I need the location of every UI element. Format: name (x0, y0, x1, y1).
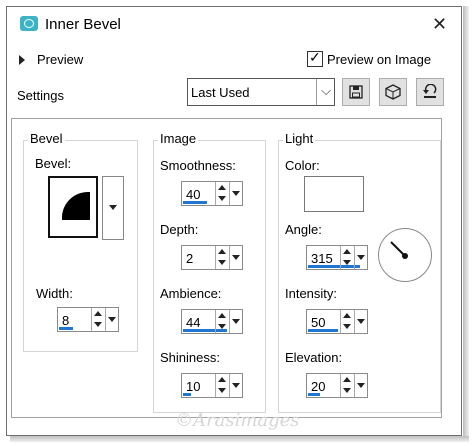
window-title: Inner Bevel (45, 16, 121, 33)
down-arrow-icon[interactable] (218, 260, 226, 265)
smoothness-level-bar (183, 201, 207, 204)
intensity-stepper[interactable] (340, 310, 354, 333)
light-color-swatch[interactable] (304, 176, 364, 212)
width-value[interactable]: 8 (62, 313, 69, 328)
bevel-shape-preview[interactable] (48, 176, 98, 238)
ambience-label: Ambience: (160, 286, 222, 301)
down-arrow-icon[interactable] (218, 196, 226, 201)
bevel-shape-icon (62, 191, 90, 220)
bevel-group-label: Bevel (28, 131, 65, 146)
up-arrow-icon[interactable] (218, 185, 226, 190)
depth-value[interactable]: 2 (186, 251, 193, 266)
chevron-down-icon[interactable]: ⌵ (321, 83, 331, 99)
image-group-label: Image (158, 131, 199, 146)
down-arrow-icon[interactable] (343, 260, 351, 265)
expand-preview-icon[interactable] (19, 55, 25, 65)
angle-dropdown-icon[interactable] (354, 246, 368, 269)
bevel-shape-dropdown[interactable] (102, 176, 124, 240)
ambience-stepper[interactable] (215, 310, 229, 333)
watermark: ©Arasimages (175, 410, 300, 431)
depth-stepper[interactable] (215, 246, 229, 269)
bevel-shape-label: Bevel: (35, 156, 72, 171)
shininess-spinbox[interactable]: 10 (181, 373, 243, 398)
elevation-stepper[interactable] (340, 374, 354, 397)
preview-toggle-label[interactable]: Preview (37, 52, 83, 67)
intensity-spinbox[interactable]: 50 (306, 309, 368, 334)
window-shadow-right (463, 6, 469, 440)
checkmark-icon: ✓ (309, 49, 321, 65)
up-arrow-icon[interactable] (343, 249, 351, 254)
down-arrow-icon[interactable] (343, 388, 351, 393)
angle-needle-icon (390, 241, 408, 259)
up-arrow-icon[interactable] (218, 249, 226, 254)
ambience-dropdown-icon[interactable] (229, 310, 243, 333)
save-preset-button[interactable] (342, 78, 370, 106)
preview-on-image-checkbox[interactable]: ✓ (307, 49, 323, 67)
angle-spinbox[interactable]: 315 (306, 245, 368, 270)
elevation-label: Elevation: (285, 350, 343, 365)
depth-spinbox[interactable]: 2 (181, 245, 243, 270)
reset-icon (423, 83, 437, 98)
up-arrow-icon[interactable] (343, 313, 351, 318)
save-icon (349, 85, 363, 99)
randomize-button[interactable] (379, 78, 407, 106)
elevation-value[interactable]: 20 (311, 379, 325, 394)
depth-dropdown-icon[interactable] (229, 246, 243, 269)
width-level-bar (59, 327, 73, 330)
angle-dial[interactable] (378, 228, 432, 282)
smoothness-dropdown-icon[interactable] (229, 182, 243, 205)
down-arrow-icon[interactable] (94, 322, 102, 327)
intensity-value[interactable]: 50 (311, 315, 325, 330)
dropdown-separator (316, 79, 317, 105)
angle-value[interactable]: 315 (311, 251, 333, 266)
depth-label: Depth: (160, 222, 199, 237)
intensity-label: Intensity: (285, 286, 338, 301)
shininess-label: Shininess: (160, 350, 220, 365)
up-arrow-icon[interactable] (343, 377, 351, 382)
light-group-label: Light (283, 131, 316, 146)
shininess-value[interactable]: 10 (186, 379, 200, 394)
elevation-dropdown-icon[interactable] (354, 374, 368, 397)
width-stepper[interactable] (91, 308, 105, 331)
width-dropdown-icon[interactable] (105, 308, 119, 331)
settings-preset-value: Last Used (191, 85, 250, 100)
random-dice-icon (385, 84, 401, 100)
down-arrow-icon[interactable] (218, 324, 226, 329)
smoothness-stepper[interactable] (215, 182, 229, 205)
smoothness-label: Smoothness: (160, 158, 236, 173)
reset-button[interactable] (416, 78, 444, 106)
app-icon (20, 16, 38, 31)
preview-on-image-label[interactable]: Preview on Image (327, 52, 431, 67)
elevation-level-bar (308, 393, 320, 396)
angle-stepper[interactable] (340, 246, 354, 269)
shininess-stepper[interactable] (215, 374, 229, 397)
settings-preset-dropdown[interactable]: Last Used ⌵ (187, 78, 335, 106)
up-arrow-icon[interactable] (218, 313, 226, 318)
window-shadow-bottom (10, 436, 469, 442)
settings-label: Settings (17, 88, 64, 103)
color-label: Color: (285, 158, 320, 173)
down-arrow-icon[interactable] (218, 388, 226, 393)
elevation-spinbox[interactable]: 20 (306, 373, 368, 398)
title-bar: Inner Bevel ✕ (7, 7, 461, 41)
shininess-level-bar (183, 393, 191, 396)
smoothness-value[interactable]: 40 (186, 187, 200, 202)
up-arrow-icon[interactable] (218, 377, 226, 382)
close-icon[interactable]: ✕ (432, 14, 447, 35)
ambience-value[interactable]: 44 (186, 315, 200, 330)
smoothness-spinbox[interactable]: 40 (181, 181, 243, 206)
width-spinbox[interactable]: 8 (57, 307, 119, 332)
shininess-dropdown-icon[interactable] (229, 374, 243, 397)
down-arrow-icon[interactable] (343, 324, 351, 329)
width-label: Width: (36, 286, 73, 301)
intensity-level-bar (308, 329, 338, 332)
ambience-spinbox[interactable]: 44 (181, 309, 243, 334)
up-arrow-icon[interactable] (94, 311, 102, 316)
angle-label: Angle: (285, 222, 322, 237)
intensity-dropdown-icon[interactable] (354, 310, 368, 333)
